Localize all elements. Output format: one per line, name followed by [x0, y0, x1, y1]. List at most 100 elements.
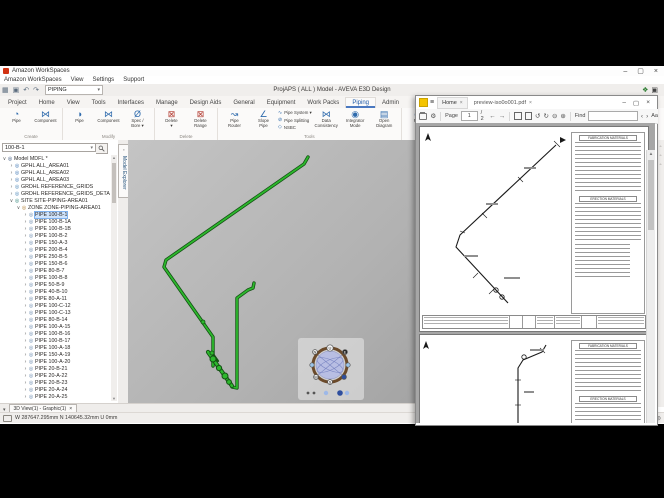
tree-item[interactable]: › ◎ GRDHL REFERENCE_GRIDS [0, 183, 110, 190]
tree-item[interactable]: › ◎ PIPE 50-B-9 [0, 281, 110, 288]
tree-item[interactable]: › ◎ GPHL ALL_AREA01 [0, 162, 110, 169]
tree-item[interactable]: › ◎ PIPE 20-A-25 [0, 393, 110, 400]
message-bubble-icon[interactable] [3, 415, 12, 422]
find-prev-icon[interactable]: ‹ [641, 113, 643, 120]
tree-item[interactable]: › ◎ PIPE 100-B-1B [0, 225, 110, 232]
ribbon-button[interactable]: ◑ Pipe [66, 109, 93, 134]
forward-icon[interactable]: → [499, 113, 506, 120]
ribbon-tab[interactable]: View [61, 98, 86, 108]
tree-item[interactable]: › ◎ PIPE 100-C-12 [0, 302, 110, 309]
quick-access-icon[interactable]: ▣ [13, 86, 20, 94]
pdf-tab-file[interactable]: preview-iso0o001.pdf × [470, 98, 536, 108]
tree-item[interactable]: › ◎ PIPE 100-B-2 [0, 232, 110, 239]
close-button[interactable]: × [646, 99, 650, 107]
tree-item[interactable]: › ◎ PIPE 80-A-11 [0, 295, 110, 302]
fit-width-icon[interactable] [514, 112, 522, 120]
maximize-button[interactable]: ▢ [633, 99, 639, 107]
text-select-tool[interactable]: Aa [651, 113, 658, 119]
tree-item[interactable]: › ◎ PIPE 20-A-22 [0, 372, 110, 379]
default-mode-combobox[interactable]: PIPING ▾ [45, 85, 103, 95]
explorer-search-input[interactable]: 100-B-1 ▾ [2, 143, 96, 152]
tree-item[interactable]: › ◎ PIPE 100-A-18 [0, 344, 110, 351]
quick-access-icon[interactable]: ↶ [23, 86, 29, 94]
scroll-up-icon[interactable]: ▲ [111, 155, 117, 160]
help-icon[interactable]: ▣ [651, 86, 658, 94]
tree-item[interactable]: › ◎ PIPE 200-B-4 [0, 246, 110, 253]
dock-icon[interactable]: ▫ [660, 144, 662, 150]
tree-item[interactable]: › ◎ PIPE 80-B-7 [0, 267, 110, 274]
ribbon-button[interactable]: ↝ Pipe Router [221, 109, 248, 134]
ribbon-button[interactable]: ⋈ Data Consistency [313, 109, 340, 134]
dock-icon[interactable]: ▫ [660, 153, 662, 159]
pdf-scrollbar[interactable]: ▲ ▼ [646, 150, 655, 423]
ribbon-button[interactable]: ⋈ Component [32, 109, 59, 134]
ribbon-tab[interactable]: Interfaces [112, 98, 150, 108]
hamburger-menu-icon[interactable]: ≡ [430, 99, 434, 106]
ribbon-button[interactable]: ⋈ Component [95, 109, 122, 134]
rotate-ccw-icon[interactable]: ↺ [535, 112, 540, 120]
tree-item[interactable]: › ◎ PIPE 20-B-23 [0, 379, 110, 386]
ribbon-button[interactable]: ⊠ Delete Range [187, 109, 214, 134]
tree-scrollbar[interactable]: ▲ ▼ [111, 155, 117, 401]
tree-item[interactable]: › ◎ PIPE 100-C-13 [0, 309, 110, 316]
menu-item[interactable]: Settings [93, 77, 115, 83]
ribbon-button[interactable]: ◔ Pipe [3, 109, 30, 134]
ribbon-small-button[interactable]: ⊘ Pipe Splitting [278, 117, 312, 123]
gear-icon[interactable]: ⚙ [430, 112, 436, 120]
tree-item[interactable]: › ◎ GPHL ALL_AREA02 [0, 169, 110, 176]
tree-item[interactable]: › ◎ PIPE 150-A-3 [0, 239, 110, 246]
ribbon-small-button[interactable]: ∿ Pipe System ▾ [278, 110, 312, 116]
tree-item[interactable]: › ◎ PIPE 100-B-8 [0, 274, 110, 281]
dock-icon[interactable]: ▫ [660, 162, 662, 168]
scroll-thumb[interactable] [648, 160, 654, 230]
rotate-cw-icon[interactable]: ↻ [543, 112, 548, 120]
pin-icon[interactable]: ▪ [123, 147, 124, 152]
search-button[interactable] [96, 143, 108, 154]
ribbon-button[interactable]: ◉ Integrator Mode [342, 109, 369, 134]
ribbon-tab[interactable]: Design Aids [184, 98, 228, 108]
tree-item[interactable]: ∨ ◎ Model MDFL * [0, 155, 110, 162]
find-next-icon[interactable]: › [646, 113, 648, 120]
tree-item[interactable]: › ◎ PIPE 100-B-1 [0, 211, 110, 218]
menu-item[interactable]: Support [123, 77, 144, 83]
back-icon[interactable]: ← [489, 113, 496, 120]
tree-item[interactable]: › ◎ PIPE 100-B-17 [0, 337, 110, 344]
tree-item[interactable]: › ◎ PIPE 20-A-24 [0, 386, 110, 393]
quick-access-icon[interactable]: ↷ [33, 86, 39, 94]
maximize-button[interactable]: ▢ [637, 68, 644, 75]
scroll-thumb[interactable] [112, 163, 116, 203]
ribbon-tab[interactable]: Manage [150, 98, 184, 108]
ribbon-tab[interactable]: General [227, 98, 260, 108]
scroll-down-icon[interactable]: ▼ [111, 396, 117, 401]
navigation-compass[interactable]: U N E W S [298, 338, 364, 400]
find-input[interactable] [588, 111, 637, 121]
minimize-button[interactable]: – [622, 99, 626, 107]
tree-item[interactable]: › ◎ GPHL ALL_AREA03 [0, 176, 110, 183]
ribbon-tab[interactable]: Home [33, 98, 61, 108]
tree-item[interactable]: › ◎ PIPE 100-B-1A [0, 218, 110, 225]
tree-item[interactable]: › ◎ PIPE 100-B-16 [0, 330, 110, 337]
tree-item[interactable]: › ◎ PIPE 100-A-15 [0, 323, 110, 330]
ribbon-tab[interactable]: Work Packs [301, 98, 345, 108]
tree-item[interactable]: ∨ ◎ SITE SITE-PIPING-AREA01 [0, 197, 110, 204]
scroll-up-icon[interactable]: ▲ [647, 151, 655, 156]
single-page-icon[interactable] [525, 112, 532, 120]
ribbon-tab[interactable]: Piping [345, 97, 376, 108]
ribbon-tab[interactable]: Equipment [261, 98, 302, 108]
tree-item[interactable]: › ◎ PIPE 100-A-20 [0, 358, 110, 365]
ribbon-small-button[interactable]: ◇ NSBC [278, 124, 312, 130]
quick-access-icon[interactable]: ▦ [2, 86, 9, 94]
tree-item[interactable]: › ◎ PIPE 20-B-21 [0, 365, 110, 372]
ribbon-tab[interactable]: Tools [86, 98, 112, 108]
tree-item[interactable]: › ◎ PIPE 40-B-10 [0, 288, 110, 295]
close-button[interactable]: × [654, 68, 658, 75]
tree-item[interactable]: › ◎ PIPE 80-B-14 [0, 316, 110, 323]
ribbon-tab[interactable]: Project [2, 98, 33, 108]
ribbon-button[interactable]: ▤ Open Diagram [371, 109, 398, 134]
menu-item[interactable]: View [71, 77, 84, 83]
zoom-out-icon[interactable]: ⊖ [552, 112, 557, 120]
ribbon-tab[interactable]: Admin [376, 98, 405, 108]
zoom-in-icon[interactable]: ⊕ [560, 112, 565, 120]
close-tab-icon[interactable]: × [460, 100, 463, 106]
page-number-input[interactable]: 1 [461, 111, 478, 121]
